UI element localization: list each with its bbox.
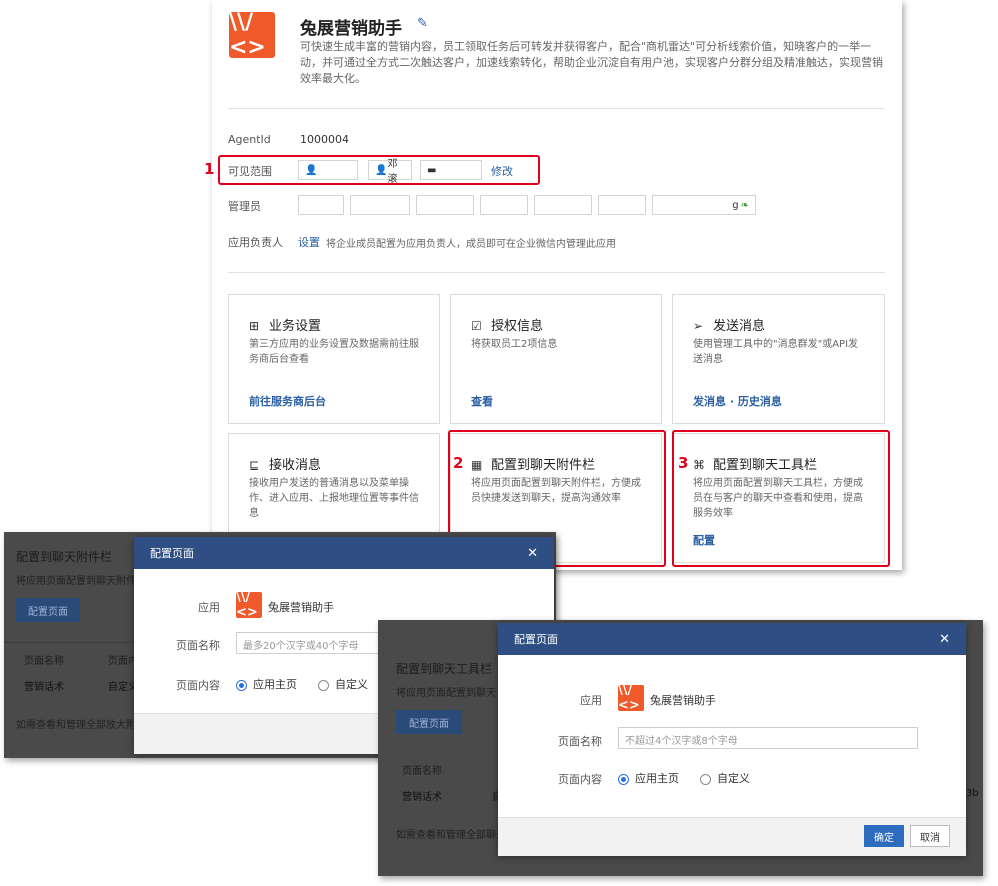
configure-page-button[interactable]: 配置页面 — [16, 598, 80, 622]
dialog-title: 配置页面 — [150, 547, 194, 560]
content-label: 页面内容 — [176, 679, 220, 692]
page-name-label: 页面名称 — [176, 639, 220, 652]
owner-description: 将企业成员配置为应用负责人，成员即可在企业微信内管理此应用 — [326, 239, 616, 250]
col-header: 页面名称 — [402, 766, 442, 777]
send-history-link[interactable]: 发消息 · 历史消息 — [693, 393, 782, 409]
page-name-input[interactable]: 不超过4个汉字或8个字母 — [618, 727, 918, 749]
inbox-icon: ⊑ — [249, 458, 260, 472]
radio-selected-icon — [236, 679, 247, 691]
admin-chip — [598, 195, 646, 215]
panel-footer: 如需查看和管理全部聊天 — [396, 830, 506, 841]
divider — [228, 272, 885, 273]
app-label: 应用 — [198, 601, 220, 614]
admin-chip — [350, 195, 410, 215]
owner-label: 应用负责人 — [228, 236, 283, 249]
card-description: 将获取员工2项信息 — [471, 339, 558, 350]
admin-chip — [480, 195, 528, 215]
panel-subtitle: 将应用页面配置到聊天 — [396, 688, 496, 699]
app-title: 兔展营销助手 — [300, 19, 402, 39]
row-name: 营销话术 — [24, 682, 64, 693]
grid-icon: ⊞ — [249, 319, 260, 333]
cancel-button[interactable]: 取消 — [910, 825, 950, 847]
card-title: 接收消息 — [269, 458, 322, 473]
card-description: 使用管理工具中的"消息群发"或API发送消息 — [693, 339, 859, 365]
radio-selected-icon — [618, 773, 629, 785]
send-icon: ➢ — [693, 319, 704, 333]
card-title: 发送消息 — [713, 319, 766, 334]
admin-label: 管理员 — [228, 200, 261, 213]
card-description: 接收用户发送的普通消息以及菜单操作、进入应用、上报地理位置等事件信息 — [249, 478, 419, 519]
row-tail: 3b — [966, 788, 979, 799]
radio-custom[interactable]: 自定义 — [700, 770, 750, 786]
app-name: 兔展营销助手 — [268, 601, 334, 614]
app-logo: \\/ <> — [618, 683, 644, 713]
app-logo: \\/ <> — [229, 10, 275, 60]
agentid-label: AgentId — [228, 133, 271, 146]
panel-title: 配置到聊天附件栏 — [16, 550, 113, 564]
leaf-icon: ❧ — [740, 199, 749, 211]
panel-title: 配置到聊天工具栏 — [396, 662, 493, 676]
agentid-value: 1000004 — [300, 133, 349, 146]
marker-1: 1 — [204, 160, 215, 178]
row-name: 营销话术 — [402, 792, 442, 803]
card-description: 第三方应用的业务设置及数据需前往服务商后台查看 — [249, 339, 419, 365]
owner-set-link[interactable]: 设置 — [298, 234, 320, 250]
panel-footer: 如需查看和管理全部放大附件 — [16, 720, 146, 731]
highlight-scope — [218, 155, 540, 185]
card-title: 业务设置 — [269, 319, 322, 334]
card-send-message: ➢ 发送消息 使用管理工具中的"消息群发"或API发送消息 发消息 · 历史消息 — [672, 294, 885, 424]
app-logo: \\/ <> — [236, 590, 262, 620]
highlight-toolbar-card — [672, 430, 890, 567]
close-icon[interactable]: ✕ — [939, 632, 950, 647]
configure-page-dialog: 配置页面 ✕ 应用 \\/ <> 兔展营销助手 页面名称 不超过4个汉字或8个字母… — [498, 623, 966, 856]
edit-pencil-icon[interactable]: ✎ — [417, 16, 428, 31]
radio-main-page[interactable]: 应用主页 — [618, 770, 679, 786]
shield-icon: ☑ — [471, 319, 482, 333]
divider — [228, 108, 885, 109]
go-to-provider-link[interactable]: 前往服务商后台 — [249, 393, 326, 409]
app-description: 可快速生成丰富的营销内容，员工领取任务后可转发并获得客户，配合"商机雷达"可分析… — [300, 40, 883, 85]
app-label: 应用 — [580, 694, 602, 707]
admin-chip: g ❧ — [652, 195, 756, 215]
app-name: 兔展营销助手 — [650, 694, 716, 707]
radio-main-page[interactable]: 应用主页 — [236, 676, 297, 692]
dialog-title: 配置页面 — [514, 633, 558, 646]
content-label: 页面内容 — [558, 773, 602, 786]
configure-page-button[interactable]: 配置页面 — [396, 710, 462, 734]
view-link[interactable]: 查看 — [471, 393, 493, 409]
card-title: 授权信息 — [491, 319, 544, 334]
admin-chip — [534, 195, 592, 215]
col-header: 页面名称 — [24, 656, 64, 667]
radio-empty-icon — [318, 679, 329, 691]
radio-empty-icon — [700, 773, 711, 785]
close-icon[interactable]: ✕ — [527, 546, 538, 561]
card-business-settings: ⊞ 业务设置 第三方应用的业务设置及数据需前往服务商后台查看 前往服务商后台 — [228, 294, 440, 424]
confirm-button[interactable]: 确定 — [864, 825, 904, 847]
admin-chip — [416, 195, 474, 215]
card-authorization-info: ☑ 授权信息 将获取员工2项信息 查看 — [450, 294, 662, 424]
radio-custom[interactable]: 自定义 — [318, 676, 368, 692]
panel-subtitle: 将应用页面配置到聊天附件 — [16, 576, 136, 587]
admin-chip — [298, 195, 344, 215]
page-name-input[interactable]: 最多20个汉字或40个字母 — [236, 632, 386, 654]
page-name-label: 页面名称 — [558, 735, 602, 748]
